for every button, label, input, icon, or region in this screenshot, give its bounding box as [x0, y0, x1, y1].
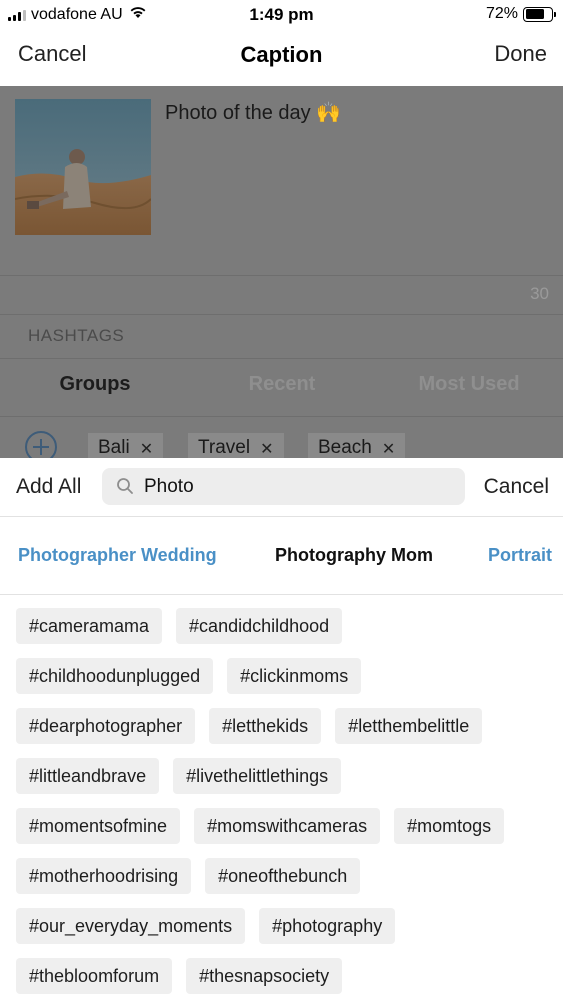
- hashtag-chip[interactable]: #littleandbrave: [16, 758, 160, 794]
- tag-row: #motherhoodrising #oneofthebunch: [16, 858, 561, 894]
- divider: [0, 314, 563, 315]
- hashtag-chip[interactable]: #candidchildhood: [176, 608, 343, 644]
- search-input[interactable]: Photo: [102, 468, 465, 505]
- close-icon[interactable]: ✕: [382, 439, 395, 458]
- caption-text[interactable]: Photo of the day 🙌: [165, 100, 341, 125]
- nav-bar: Cancel Caption Done: [0, 30, 563, 86]
- status-bar: vodafone AU 1:49 pm 72%: [0, 0, 563, 30]
- hashtag-chip[interactable]: #our_everyday_moments: [16, 908, 246, 944]
- status-bar-right: 72%: [485, 5, 556, 23]
- hashtag-chip[interactable]: #dearphotographer: [16, 708, 196, 744]
- tag-row: #littleandbrave #livethelittlethings: [16, 758, 561, 794]
- nav-done-button[interactable]: Done: [494, 41, 547, 67]
- status-time: 1:49 pm: [249, 5, 314, 24]
- group-chip-label: Travel: [198, 437, 251, 458]
- hashtag-chip[interactable]: #cameramama: [16, 608, 163, 644]
- tag-row: #our_everyday_moments #photography: [16, 908, 561, 944]
- tab-groups[interactable]: Groups: [1, 373, 189, 396]
- divider: [0, 275, 563, 276]
- category-photography-mom[interactable]: Photography Mom: [275, 545, 433, 566]
- hashtag-chip[interactable]: #clickinmoms: [227, 658, 362, 694]
- hashtag-chip[interactable]: #letthekids: [209, 708, 322, 744]
- category-portrait[interactable]: Portrait: [488, 545, 552, 566]
- hashtag-chip[interactable]: #photography: [259, 908, 396, 944]
- group-chip-bali[interactable]: Bali ✕: [88, 433, 164, 458]
- battery-icon: [523, 6, 556, 22]
- search-icon: [116, 477, 134, 500]
- plus-circle-icon[interactable]: [25, 431, 57, 458]
- hashtag-chip[interactable]: #childhoodunplugged: [16, 658, 214, 694]
- photo-thumbnail: [15, 99, 151, 235]
- close-icon[interactable]: ✕: [260, 439, 273, 458]
- divider: [0, 594, 563, 595]
- character-count: 30: [530, 284, 549, 303]
- search-value: Photo: [144, 476, 194, 497]
- battery-percent: 72%: [485, 5, 518, 22]
- hashtag-chip[interactable]: #oneofthebunch: [205, 858, 361, 894]
- category-photographer-wedding[interactable]: Photographer Wedding: [18, 545, 217, 566]
- tab-most-used[interactable]: Most Used: [375, 373, 563, 396]
- hashtag-chip[interactable]: #thesnapsociety: [186, 958, 343, 994]
- search-cancel-button[interactable]: Cancel: [484, 475, 549, 499]
- hashtag-search-sheet: Add All Photo Cancel Photographer Weddin…: [0, 458, 563, 1000]
- tag-row: #cameramama #candidchildhood: [16, 608, 561, 644]
- hashtags-section-label: HASHTAGS: [28, 326, 125, 345]
- hashtag-results: #cameramama #candidchildhood #childhoodu…: [16, 608, 561, 1000]
- hashtag-chip[interactable]: #thebloomforum: [16, 958, 173, 994]
- hashtag-chip[interactable]: #momswithcameras: [194, 808, 381, 844]
- divider: [0, 516, 563, 517]
- group-chip-label: Beach: [318, 437, 372, 458]
- tab-recent[interactable]: Recent: [188, 373, 376, 396]
- page-title: Caption: [240, 42, 323, 67]
- group-chip-travel[interactable]: Travel ✕: [188, 433, 284, 458]
- hashtag-chip[interactable]: #momtogs: [394, 808, 505, 844]
- group-chip-beach[interactable]: Beach ✕: [308, 433, 406, 458]
- hashtag-chip[interactable]: #livethelittlethings: [173, 758, 342, 794]
- caption-editor-dimmed: Photo of the day 🙌 30 HASHTAGS Groups Re…: [0, 86, 563, 458]
- hashtag-chip[interactable]: #momentsofmine: [16, 808, 181, 844]
- add-all-button[interactable]: Add All: [16, 475, 81, 499]
- tag-row: #childhoodunplugged #clickinmoms: [16, 658, 561, 694]
- tag-row: #momentsofmine #momswithcameras #momtogs: [16, 808, 561, 844]
- hashtag-chip[interactable]: #motherhoodrising: [16, 858, 192, 894]
- tag-row: #dearphotographer #letthekids #letthembe…: [16, 708, 561, 744]
- divider: [0, 358, 563, 359]
- group-chip-label: Bali: [98, 437, 130, 458]
- tag-row: #thebloomforum #thesnapsociety: [16, 958, 561, 994]
- divider: [0, 416, 563, 417]
- close-icon[interactable]: ✕: [140, 439, 153, 458]
- hashtag-chip[interactable]: #letthembelittle: [335, 708, 483, 744]
